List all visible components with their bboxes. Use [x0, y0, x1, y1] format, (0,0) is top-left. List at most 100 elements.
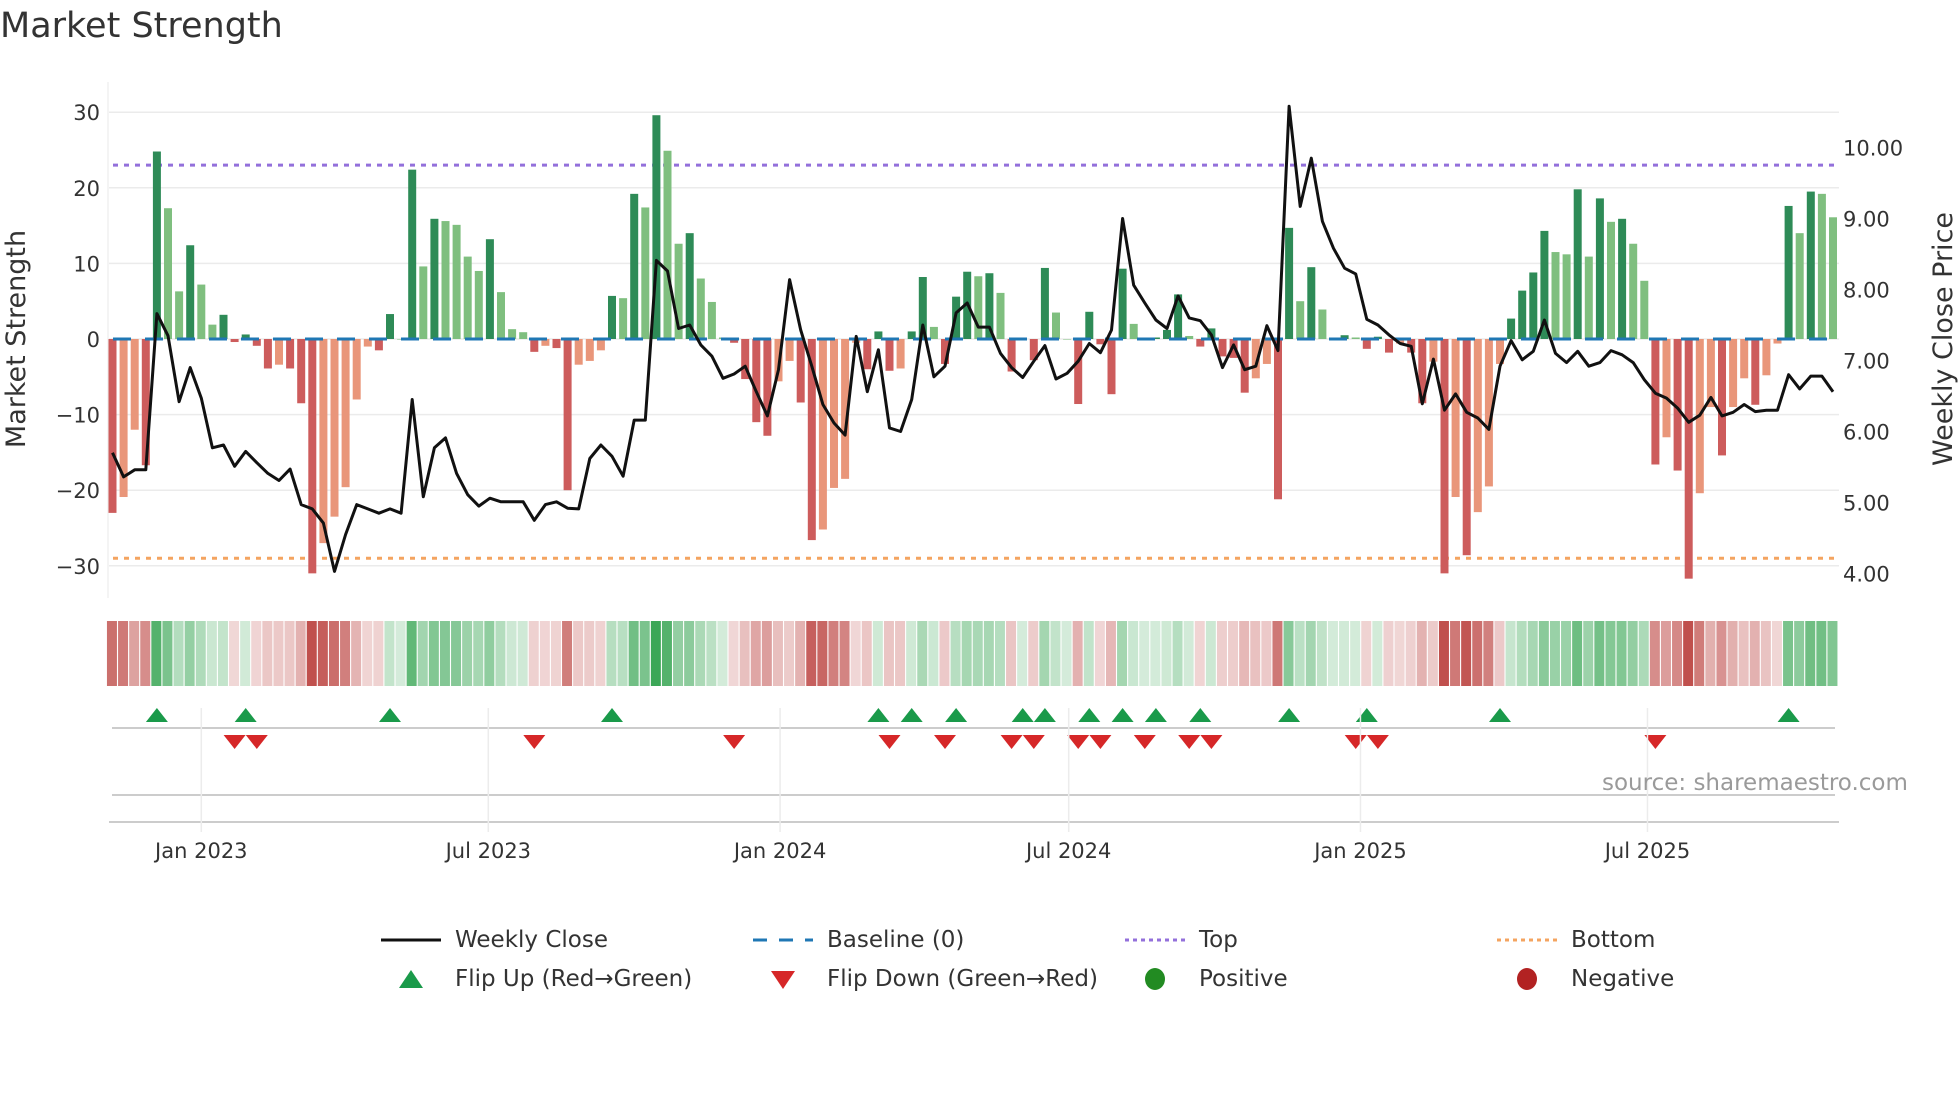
heat-cell — [1183, 621, 1194, 686]
flip-up-marker — [1033, 708, 1056, 722]
heat-cell — [1105, 621, 1116, 686]
heat-cell — [484, 621, 495, 686]
heat-cell — [872, 621, 883, 686]
strength-bar — [275, 339, 283, 365]
y2-tick-label: 10.00 — [1843, 137, 1903, 161]
legend-label: Bottom — [1571, 927, 1656, 953]
heat-cell — [1572, 621, 1583, 686]
strength-heat-strip — [106, 621, 1838, 686]
heat-cell — [1672, 621, 1683, 686]
heat-cell — [528, 621, 539, 686]
strength-bar — [1285, 227, 1294, 339]
heat-cell — [595, 621, 606, 686]
x-tick-label: Jul 2023 — [444, 839, 531, 863]
heat-cell — [118, 621, 129, 686]
heat-cell — [950, 621, 961, 686]
heat-cell — [706, 621, 717, 686]
heat-cell — [151, 621, 162, 686]
strength-bar — [1107, 339, 1116, 395]
strength-bar — [619, 298, 628, 339]
flip-down-marker — [1178, 735, 1201, 749]
y2-tick-label: 6.00 — [1843, 421, 1890, 445]
flip-up-marker — [945, 708, 968, 722]
heat-cell — [140, 621, 151, 686]
strength-bar — [330, 339, 339, 517]
strength-bar — [1218, 339, 1227, 357]
strength-bar — [1518, 290, 1527, 339]
heat-cell — [129, 621, 140, 686]
right-axis-ticks: 4.00 5.00 6.00 7.00 8.00 9.00 10.00 — [1843, 137, 1903, 587]
strength-bar — [1129, 323, 1138, 339]
heat-cell — [1272, 621, 1283, 686]
heat-cell — [306, 621, 317, 686]
heat-cell — [828, 621, 839, 686]
heat-cell — [1061, 621, 1072, 686]
strength-bar — [1529, 272, 1538, 339]
heat-cell — [639, 621, 650, 686]
heat-cell — [1516, 621, 1527, 686]
heat-cell — [1583, 621, 1594, 686]
heat-cell — [262, 621, 273, 686]
heat-cell — [861, 621, 872, 686]
x-tick-label: Jan 2023 — [153, 839, 248, 863]
flip-up-marker — [1078, 708, 1101, 722]
heat-cell — [1727, 621, 1738, 686]
heat-cell — [806, 621, 817, 686]
heat-cell — [451, 621, 462, 686]
heat-cell — [1305, 621, 1316, 686]
legend-label: Baseline (0) — [827, 927, 965, 953]
legend-top: Top — [1125, 925, 1238, 955]
heat-cell — [506, 621, 517, 686]
x-axis-ticks: Jan 2023 Jul 2023 Jan 2024 Jul 2024 Jan 2025… — [153, 708, 1690, 863]
legend-label: Flip Down (Green→Red) — [827, 966, 1098, 992]
flip-down-marker — [1344, 735, 1367, 749]
y2-tick-label: 9.00 — [1843, 208, 1890, 232]
heat-cell — [439, 621, 450, 686]
strength-bar — [286, 339, 295, 369]
heat-cell — [739, 621, 750, 686]
flip-down-marker — [245, 735, 268, 749]
heat-cell — [106, 621, 117, 686]
heat-cell — [1039, 621, 1050, 686]
flip-up-marker — [900, 708, 923, 722]
heat-cell — [617, 621, 628, 686]
flip-up-marker — [1278, 708, 1301, 722]
flip-down-marker — [1067, 735, 1090, 749]
strength-bar — [152, 151, 161, 339]
heat-cell — [1627, 621, 1638, 686]
heat-cell — [772, 621, 783, 686]
strength-bar — [1729, 339, 1738, 408]
legend-label: Negative — [1571, 966, 1675, 992]
heat-cell — [883, 621, 894, 686]
strength-bar — [1640, 280, 1649, 339]
heat-cell — [1805, 621, 1816, 686]
heat-cell — [1505, 621, 1516, 686]
y-tick-label: 30 — [73, 101, 100, 125]
heat-cell — [328, 621, 339, 686]
heat-cell — [1216, 621, 1227, 686]
strength-bar — [430, 218, 439, 339]
strength-bar — [197, 284, 206, 339]
flip-down-marker — [223, 735, 246, 749]
flip-down-marker — [1200, 735, 1223, 749]
flip-down-marker — [523, 735, 546, 749]
heat-cell — [1538, 621, 1549, 686]
legend-weekly-close: Weekly Close — [381, 925, 608, 955]
strength-bar — [896, 339, 905, 369]
heat-cell — [550, 621, 561, 686]
legend-label: Weekly Close — [455, 927, 608, 953]
heat-cell — [650, 621, 661, 686]
heat-cell — [1783, 621, 1794, 686]
heat-cell — [1760, 621, 1771, 686]
y2-tick-label: 7.00 — [1843, 350, 1890, 374]
heat-cell — [1094, 621, 1105, 686]
heat-cell — [584, 621, 595, 686]
heat-cell — [473, 621, 484, 686]
strength-bar — [563, 339, 572, 491]
heat-cell — [217, 621, 228, 686]
heat-cell — [1394, 621, 1405, 686]
flip-up-marker — [601, 708, 623, 722]
strength-bar — [1629, 243, 1638, 339]
heat-cell — [606, 621, 617, 686]
strength-bar — [1584, 256, 1593, 339]
